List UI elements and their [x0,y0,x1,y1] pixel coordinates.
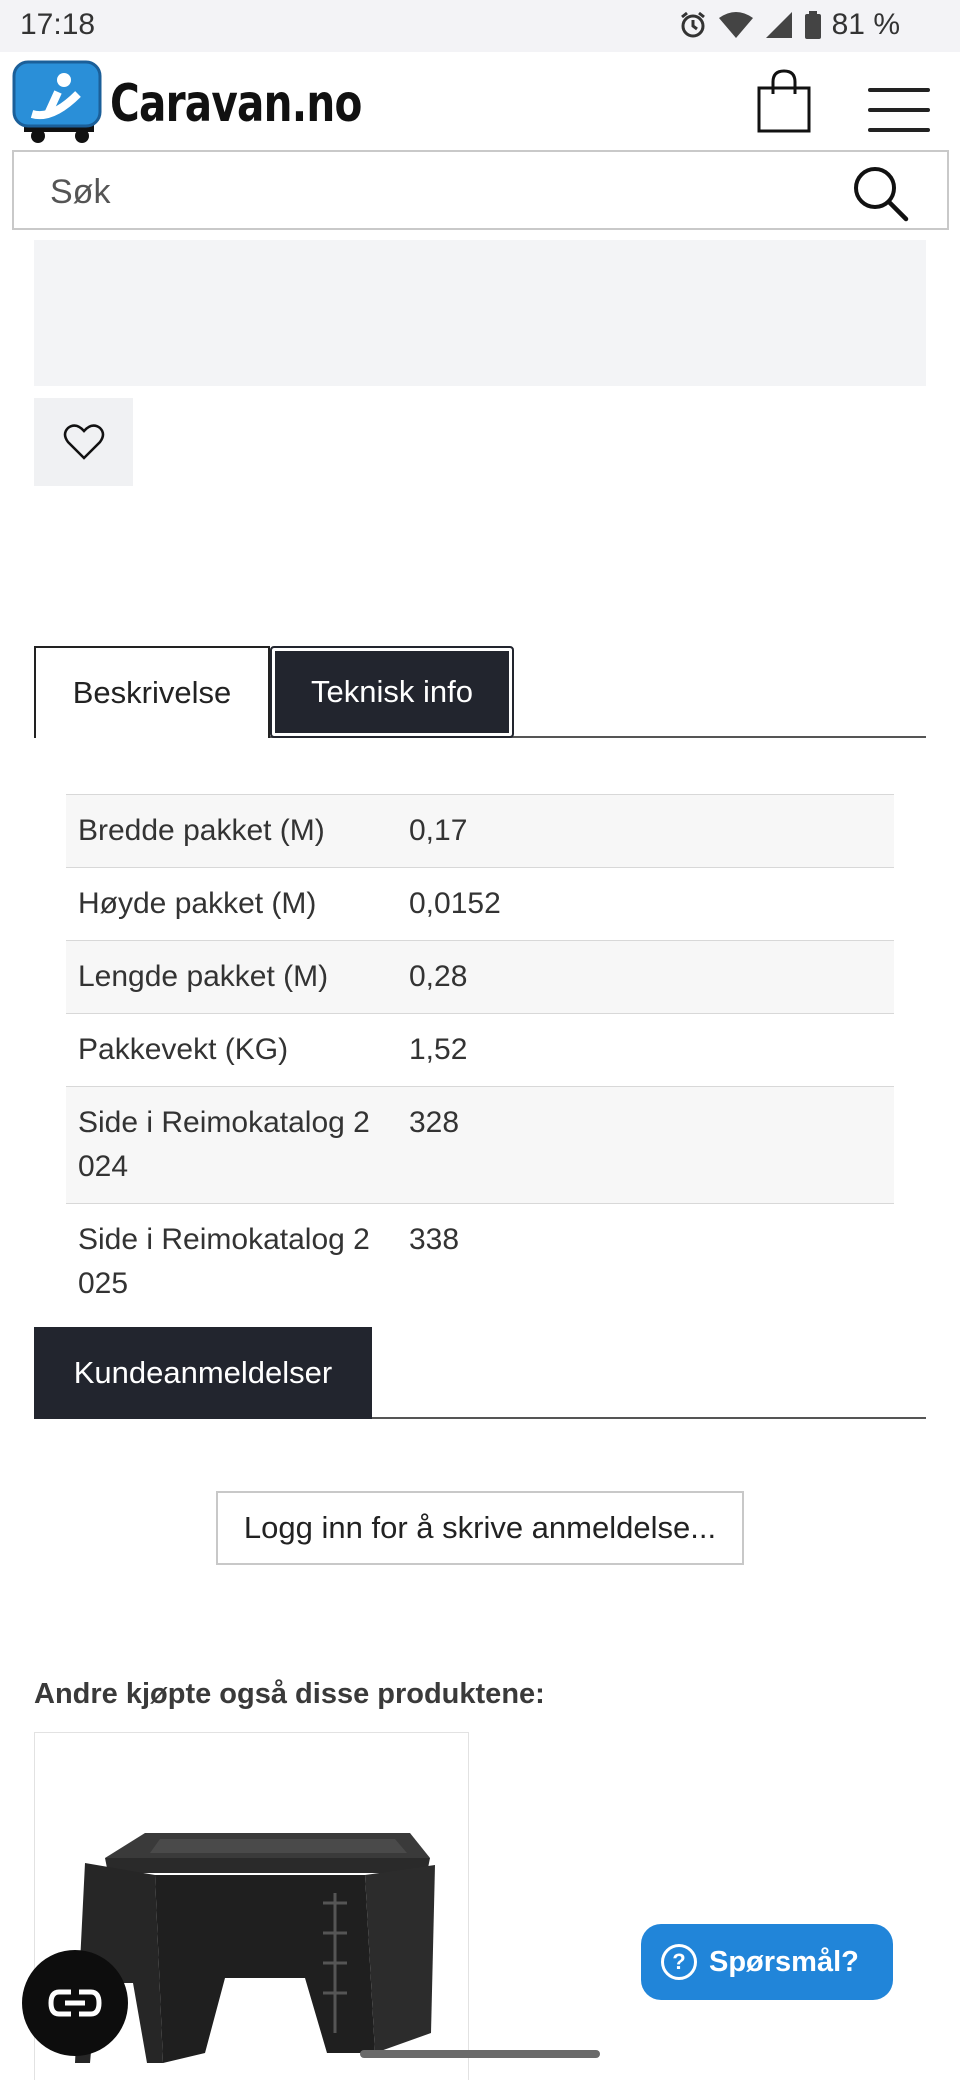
alarm-icon [680,11,705,38]
spec-key: Side i Reimokatalog 2024 [78,1106,370,1183]
tab-description[interactable]: Beskrivelse [34,646,270,738]
status-time: 17:18 [20,8,96,41]
spec-table: Bredde pakket (M) 0,17 Høyde pakket (M) … [66,794,894,1320]
search-icon[interactable] [851,164,909,222]
spec-value: 328 [409,1106,460,1139]
heart-icon [63,424,104,460]
cart-icon[interactable] [756,68,812,134]
search-bar [12,150,949,230]
login-to-review-button[interactable]: Logg inn for å skrive anmeldelse... [216,1491,744,1565]
table-row: Lengde pakket (M) 0,28 [66,940,894,1014]
battery-level: 81 % [831,8,900,41]
spec-value: 0,28 [409,960,468,993]
spec-value: 338 [409,1223,460,1256]
status-icons: 81 % [678,8,900,42]
tab-technical-info[interactable]: Teknisk info [270,646,514,738]
spec-value: 1,52 [409,1033,468,1066]
table-row: Side i Reimokatalog 2025 338 [66,1203,894,1321]
product-image-area [34,240,926,386]
site-header: Caravan.no [0,52,960,150]
table-row: Pakkevekt (KG) 1,52 [66,1013,894,1087]
spec-key: Lengde pakket (M) [78,960,329,993]
signal-icon [765,12,792,38]
site-logo[interactable]: Caravan.no [12,60,362,143]
logo-text: Caravan.no [110,74,362,134]
wifi-icon [718,12,753,38]
spec-value: 0,17 [409,814,468,847]
table-row: Side i Reimokatalog 2024 328 [66,1086,894,1204]
table-row: Bredde pakket (M) 0,17 [66,794,894,868]
help-question-label: Spørsmål? [709,1945,859,1978]
chat-icon [48,1989,102,2017]
spec-key: Side i Reimokatalog 2025 [78,1223,370,1300]
search-input[interactable] [50,166,810,218]
spec-key: Pakkevekt (KG) [78,1033,289,1066]
reviews-section-header: Kundeanmeldelser [34,1327,926,1419]
spec-key: Høyde pakket (M) [78,887,317,920]
spec-key: Bredde pakket (M) [78,814,325,847]
question-icon: ? [661,1944,697,1980]
table-row: Høyde pakket (M) 0,0152 [66,867,894,941]
spec-value: 0,0152 [409,887,501,920]
menu-icon[interactable] [868,88,932,132]
logo-mark-icon [12,60,102,143]
chat-button[interactable] [22,1950,128,2056]
home-indicator[interactable] [360,2050,600,2058]
battery-icon [804,11,821,39]
status-bar: 17:18 81 % [0,0,960,52]
wishlist-button[interactable] [34,398,133,486]
product-tabs: Beskrivelse Teknisk info [34,646,926,738]
related-products-title: Andre kjøpte også disse produktene: [34,1678,545,1710]
help-question-button[interactable]: ? Spørsmål? [641,1924,893,2000]
tab-reviews[interactable]: Kundeanmeldelser [34,1327,372,1419]
